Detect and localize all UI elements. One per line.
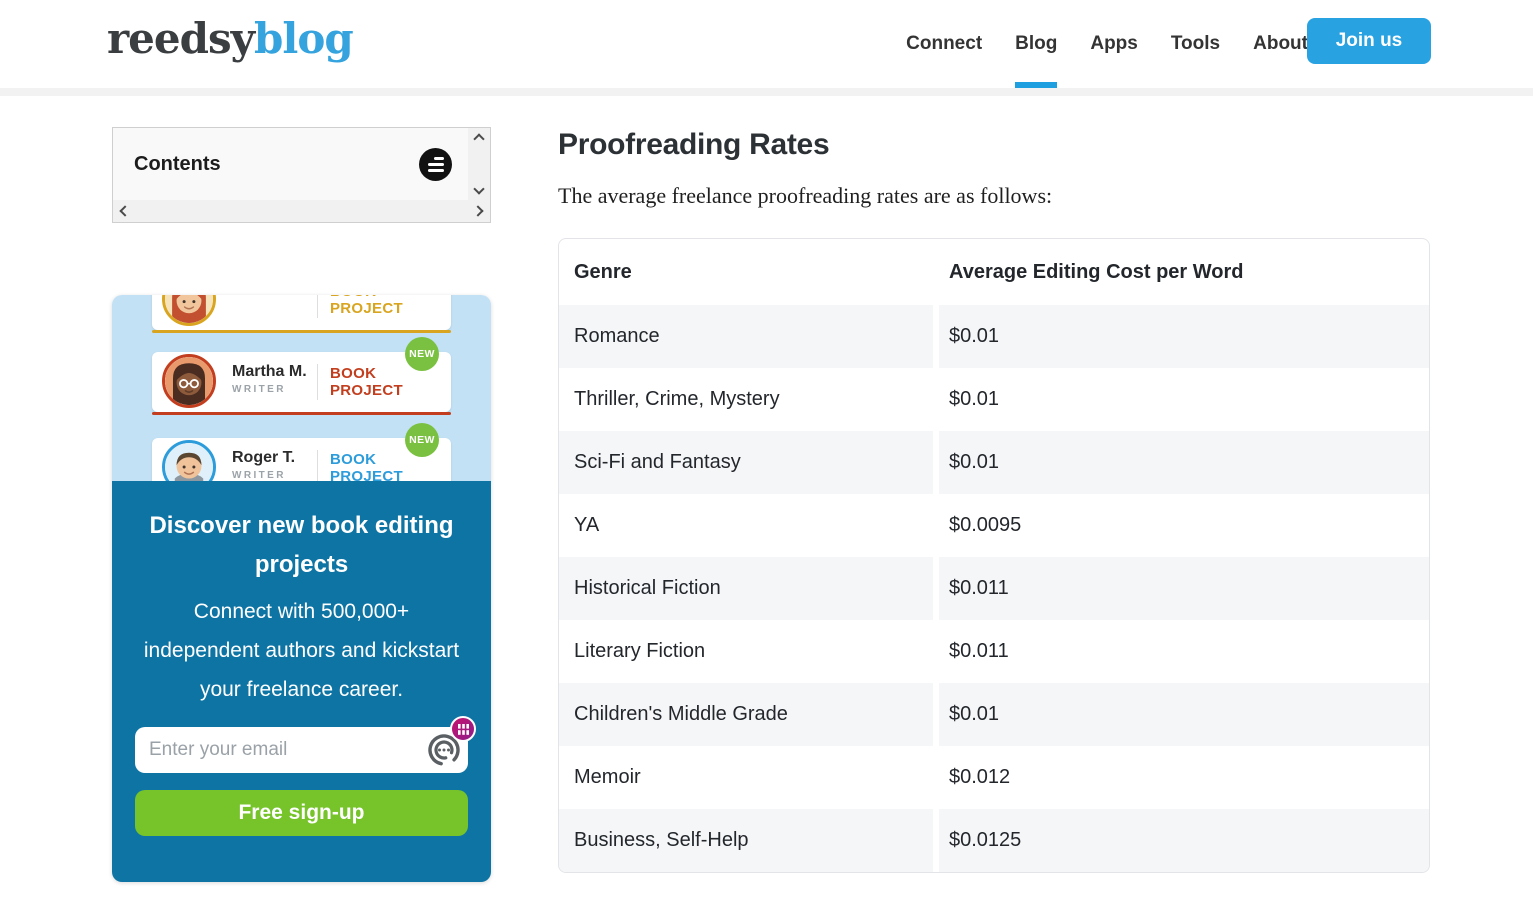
card-divider [317, 450, 318, 481]
book-project-link: BOOK PROJECT [330, 295, 447, 330]
cost-cell: $0.01 [939, 431, 1429, 494]
writer-avatar [162, 354, 216, 408]
genre-cell: Children's Middle Grade [559, 683, 939, 746]
scroll-down-icon[interactable] [473, 183, 484, 194]
nav-apps[interactable]: Apps [1090, 0, 1138, 88]
scroll-right-icon[interactable] [472, 205, 483, 216]
genre-cell: Historical Fiction [559, 557, 939, 620]
table-row: Sci-Fi and Fantasy$0.01 [559, 431, 1429, 494]
nav-tools[interactable]: Tools [1171, 0, 1220, 88]
cost-cell: $0.01 [939, 683, 1429, 746]
table-row: Romance$0.01 [559, 305, 1429, 368]
column-header-genre: Genre [559, 239, 939, 305]
proofreading-rates-table: Genre Average Editing Cost per Word Roma… [558, 238, 1430, 873]
card-divider [317, 364, 318, 400]
card-accent [152, 412, 451, 415]
promo-body-text: Connect with 500,000+ independent author… [135, 592, 468, 709]
table-row: YA$0.0095 [559, 494, 1429, 557]
grid-badge-icon[interactable] [450, 716, 476, 742]
table-row: Historical Fiction$0.011 [559, 557, 1429, 620]
email-input[interactable] [135, 727, 468, 773]
table-row: Literary Fiction$0.011 [559, 620, 1429, 683]
cost-cell: $0.011 [939, 620, 1429, 683]
table-header-row: Genre Average Editing Cost per Word [559, 239, 1429, 305]
writer-card: Roger T. WRITER BOOK PROJECT NEW [152, 438, 451, 481]
page-title: Proofreading Rates [558, 128, 829, 162]
cost-cell: $0.012 [939, 746, 1429, 809]
cost-cell: $0.01 [939, 305, 1429, 368]
new-badge: NEW [405, 423, 439, 457]
contents-widget: Contents [112, 127, 491, 223]
horizontal-scrollbar[interactable] [113, 200, 490, 222]
table-row: Children's Middle Grade$0.01 [559, 683, 1429, 746]
genre-cell: Thriller, Crime, Mystery [559, 368, 939, 431]
cost-cell: $0.011 [939, 557, 1429, 620]
genre-cell: Business, Self-Help [559, 809, 939, 872]
vertical-scrollbar[interactable] [468, 128, 490, 200]
free-signup-button[interactable]: Free sign-up [135, 790, 468, 836]
new-badge: NEW [405, 337, 439, 371]
join-us-button[interactable]: Join us [1307, 18, 1431, 64]
contents-panel: Contents [113, 128, 468, 200]
promo-signup-panel: Discover new book editing projects Conne… [112, 481, 491, 882]
scroll-left-icon[interactable] [119, 205, 130, 216]
logo-reedsy: reedsy [107, 14, 254, 63]
table-row: Business, Self-Help$0.0125 [559, 809, 1429, 872]
writer-card: Martha M. WRITER BOOK PROJECT NEW [152, 352, 451, 412]
genre-cell: Literary Fiction [559, 620, 939, 683]
genre-cell: Romance [559, 305, 939, 368]
reedsy-blog-logo[interactable]: reedsyblog [107, 14, 353, 63]
writer-name: Roger T. [232, 448, 295, 468]
scroll-up-icon[interactable] [473, 133, 484, 144]
table-row: Thriller, Crime, Mystery$0.01 [559, 368, 1429, 431]
nav-connect[interactable]: Connect [906, 0, 982, 88]
editing-projects-promo[interactable]: WRITER BOOK PROJECT Martha M. WRITER BOO… [112, 295, 491, 882]
intro-text: The average freelance proofreading rates… [558, 183, 1052, 209]
writer-cards-panel: WRITER BOOK PROJECT Martha M. WRITER BOO… [112, 295, 491, 481]
writer-card: WRITER BOOK PROJECT [152, 295, 451, 330]
writer-name: Martha M. [232, 362, 307, 382]
logo-blog: blog [254, 14, 353, 63]
header-divider [0, 88, 1533, 96]
promo-heading: Discover new book editing projects [135, 506, 468, 584]
genre-cell: Memoir [559, 746, 939, 809]
genre-cell: Sci-Fi and Fantasy [559, 431, 939, 494]
contents-title: Contents [134, 153, 221, 176]
writer-role: WRITER [232, 295, 286, 296]
writer-role: WRITER [232, 468, 295, 481]
cost-cell: $0.0095 [939, 494, 1429, 557]
main-nav: Connect Blog Apps Tools About [906, 0, 1308, 88]
writer-role: WRITER [232, 382, 307, 398]
nav-blog[interactable]: Blog [1015, 0, 1057, 88]
writer-avatar [162, 295, 216, 326]
site-header: reedsyblog Connect Blog Apps Tools About… [0, 0, 1533, 88]
column-header-cost: Average Editing Cost per Word [939, 239, 1429, 305]
list-icon[interactable] [419, 148, 452, 181]
card-accent [152, 330, 451, 333]
card-divider [317, 295, 318, 318]
table-row: Memoir$0.012 [559, 746, 1429, 809]
cost-cell: $0.0125 [939, 809, 1429, 872]
cost-cell: $0.01 [939, 368, 1429, 431]
nav-about[interactable]: About [1253, 0, 1308, 88]
writer-avatar [162, 440, 216, 481]
genre-cell: YA [559, 494, 939, 557]
